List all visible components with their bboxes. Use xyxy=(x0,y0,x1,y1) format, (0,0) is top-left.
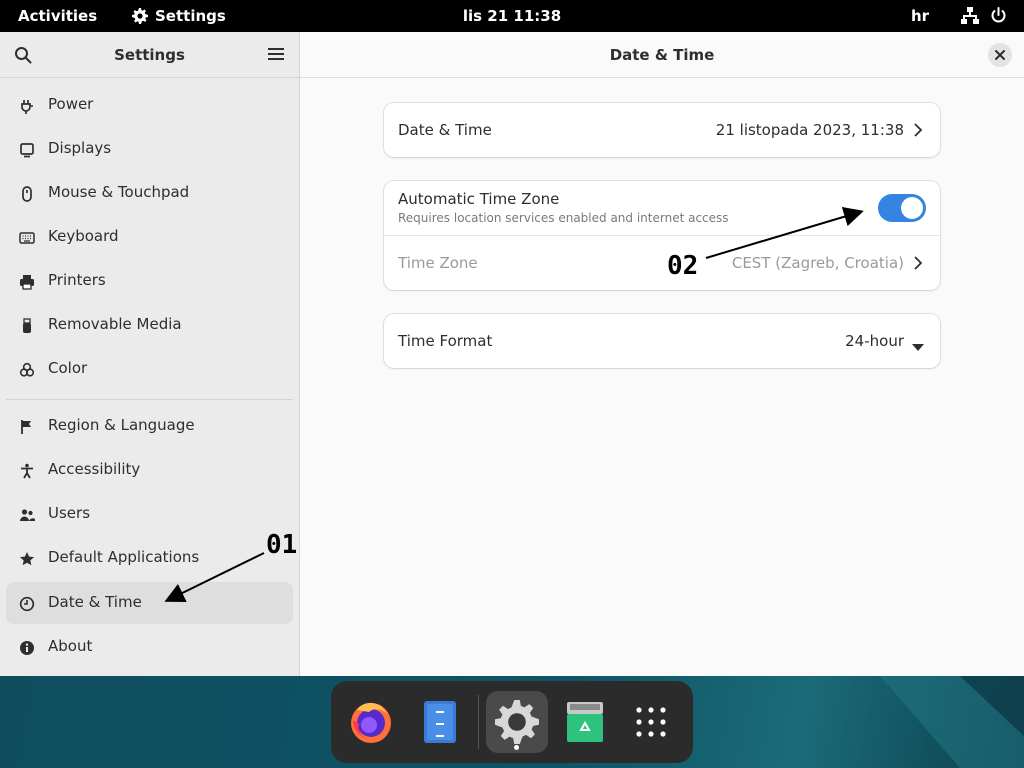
files-icon[interactable] xyxy=(409,691,471,753)
settings-icon[interactable] xyxy=(486,691,548,753)
arrow-01 xyxy=(164,552,265,602)
recycle-bin-icon[interactable] xyxy=(554,691,616,753)
firefox-icon[interactable] xyxy=(340,691,402,753)
app-grid-icon[interactable] xyxy=(620,691,682,753)
dock xyxy=(331,681,693,763)
dock-separator xyxy=(478,695,479,749)
annotation-arrows xyxy=(164,206,864,602)
annotation-label-01: 01 xyxy=(266,530,298,560)
running-indicator xyxy=(514,745,519,750)
arrow-02 xyxy=(705,206,864,259)
annotation-label-02: 02 xyxy=(667,251,699,281)
